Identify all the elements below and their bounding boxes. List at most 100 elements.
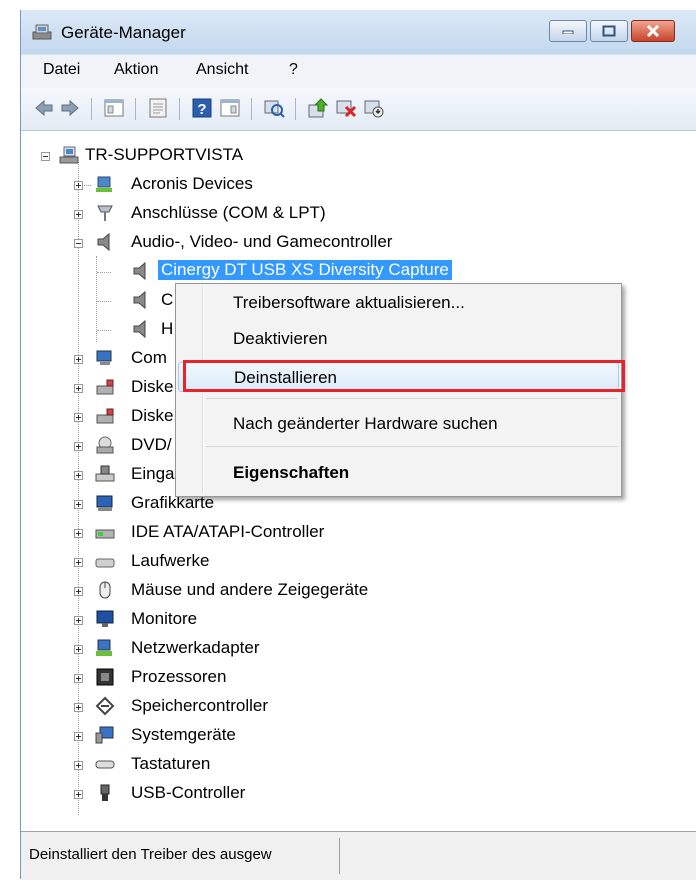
toolbar-separator (295, 98, 296, 120)
expand-toggle[interactable] (74, 471, 83, 480)
category-label: USB-Controller (131, 783, 246, 802)
category-label: Acronis Devices (131, 174, 253, 193)
help-icon[interactable]: ? (191, 97, 213, 119)
tree-item-category[interactable]: Tastaturen (39, 752, 339, 778)
context-item-label: Treibersoftware aktualisieren... (233, 293, 465, 312)
menu-datei[interactable]: Datei (43, 61, 80, 79)
display-adapter-icon (96, 495, 113, 511)
uninstall-device-icon[interactable] (363, 97, 385, 119)
toolbar-separator (135, 98, 136, 120)
expand-toggle[interactable] (74, 210, 83, 219)
context-menu-separator (206, 398, 617, 399)
tree-item-category[interactable]: USB-Controller (39, 781, 339, 807)
scan-hardware-icon[interactable] (263, 97, 285, 119)
category-label: Laufwerke (131, 551, 210, 570)
svg-text:?: ? (197, 101, 206, 118)
context-item-label: Deaktivieren (233, 329, 328, 348)
computer-network-icon (59, 146, 79, 164)
ide-controller-icon (95, 529, 115, 539)
category-label: Einga (131, 464, 175, 483)
forward-arrow-icon[interactable] (59, 97, 81, 119)
network-adapter-icon (96, 639, 112, 656)
tree-item-device[interactable]: Cinergy DT USB XS Diversity Capture (39, 259, 509, 285)
tree-item-category[interactable]: Speichercontroller (39, 694, 339, 720)
expand-toggle[interactable] (74, 761, 83, 770)
expand-toggle[interactable] (74, 645, 83, 654)
tree-root[interactable]: TR-SUPPORTVISTA (39, 143, 339, 169)
keyboard-input-icon (95, 465, 115, 482)
speaker-icon (133, 261, 146, 281)
tree-item-category[interactable]: Netzwerkadapter (39, 636, 339, 662)
speaker-icon (133, 319, 146, 339)
expand-toggle[interactable] (74, 413, 83, 422)
tree-item-category[interactable]: Monitore (39, 607, 339, 633)
tree-item-category[interactable]: Mäuse und andere Zeigegeräte (39, 578, 379, 604)
speaker-icon (97, 232, 110, 252)
category-label: Com (131, 348, 167, 367)
category-label: Netzwerkadapter (131, 638, 260, 657)
expand-toggle[interactable] (74, 587, 83, 596)
menu-bar: Datei Aktion Ansicht ? (21, 54, 696, 89)
expand-toggle[interactable] (74, 355, 83, 364)
computer-icon (96, 350, 112, 365)
context-item-disable[interactable]: Deaktivieren (178, 324, 619, 354)
tree-item-category[interactable]: Acronis Devices (39, 172, 339, 198)
category-label: Tastaturen (131, 754, 211, 773)
tree-item-category[interactable]: Laufwerke (39, 549, 339, 575)
tree-item-category-expanded[interactable]: Audio-, Video- und Gamecontroller (39, 230, 392, 256)
toolbar-separator (251, 98, 252, 120)
expand-toggle[interactable] (74, 529, 83, 538)
port-icon (97, 205, 113, 221)
close-button[interactable] (631, 20, 675, 42)
disable-device-icon[interactable] (335, 97, 357, 119)
system-device-icon (95, 726, 114, 744)
tree-line (97, 330, 111, 331)
status-text: Deinstalliert den Treiber des ausgew (29, 846, 272, 863)
status-bar: Deinstalliert den Treiber des ausgew (21, 831, 696, 880)
expand-toggle[interactable] (74, 703, 83, 712)
menu-help[interactable]: ? (289, 61, 298, 79)
expand-toggle[interactable] (74, 790, 83, 799)
expand-toggle[interactable] (74, 558, 83, 567)
expand-toggle[interactable] (74, 500, 83, 509)
monitor-icon (96, 610, 114, 627)
drive-icon (95, 558, 115, 568)
keyboard-icon (95, 760, 115, 769)
context-menu-separator (206, 446, 617, 447)
dvd-drive-icon (96, 436, 114, 454)
back-arrow-icon[interactable] (33, 97, 55, 119)
usb-icon (100, 784, 110, 801)
properties-view-icon[interactable] (103, 97, 125, 119)
tree-item-category[interactable]: IDE ATA/ATAPI-Controller (39, 520, 379, 546)
menu-ansicht[interactable]: Ansicht (196, 61, 248, 79)
maximize-icon (602, 25, 616, 37)
minimize-button[interactable] (549, 20, 587, 42)
maximize-button[interactable] (590, 20, 628, 42)
tree-item-category[interactable]: Systemgeräte (39, 723, 339, 749)
processor-icon (96, 668, 114, 686)
expand-toggle[interactable] (74, 384, 83, 393)
close-icon (646, 25, 660, 37)
context-item-properties[interactable]: Eigenschaften (178, 458, 619, 488)
category-label: Speichercontroller (131, 696, 269, 715)
category-label: Diske (131, 377, 174, 396)
context-item-update-driver[interactable]: Treibersoftware aktualisieren... (178, 288, 619, 318)
menu-aktion[interactable]: Aktion (114, 61, 158, 79)
expand-toggle[interactable] (74, 442, 83, 451)
collapse-toggle[interactable] (74, 239, 83, 248)
tree-item-category[interactable]: Prozessoren (39, 665, 339, 691)
expand-toggle[interactable] (74, 181, 83, 190)
expand-toggle[interactable] (74, 732, 83, 741)
title-bar[interactable]: Geräte-Manager (21, 10, 696, 54)
expand-toggle[interactable] (74, 616, 83, 625)
root-label: TR-SUPPORTVISTA (85, 145, 244, 164)
expand-toggle[interactable] (74, 674, 83, 683)
device-label-selected: Cinergy DT USB XS Diversity Capture (158, 260, 452, 280)
console-tree-icon[interactable] (147, 97, 169, 119)
details-view-icon[interactable] (219, 97, 241, 119)
context-item-scan-hardware[interactable]: Nach geänderter Hardware suchen (178, 409, 619, 439)
collapse-toggle[interactable] (41, 152, 50, 161)
toolbar-separator (179, 98, 180, 120)
tree-item-category[interactable]: Anschlüsse (COM & LPT) (39, 201, 339, 227)
update-driver-icon[interactable] (307, 97, 329, 119)
